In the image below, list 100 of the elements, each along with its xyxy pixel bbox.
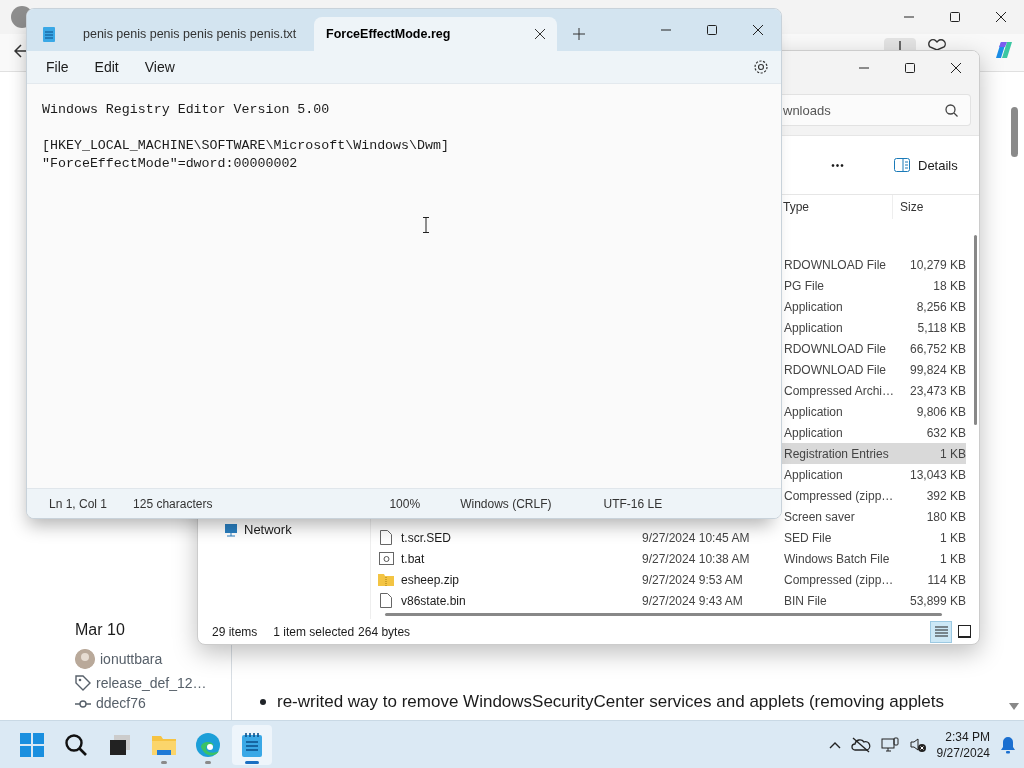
file-type: Screen saver <box>783 509 856 524</box>
file-row[interactable]: Registration Entries 1 KB <box>780 443 966 464</box>
close-icon <box>951 63 961 73</box>
plus-icon <box>573 28 585 40</box>
file-type: BIN File <box>783 593 828 608</box>
search-field[interactable]: wnloads <box>781 94 971 126</box>
file-icon <box>380 530 392 545</box>
document-tab[interactable]: penis penis penis penis penis penis.txt <box>71 17 314 51</box>
file-size: 1 KB <box>939 551 966 566</box>
column-header[interactable]: Size <box>893 195 966 219</box>
nav-item[interactable]: Network <box>224 522 370 537</box>
file-size: 114 KB <box>926 572 966 587</box>
scrollbar-thumb[interactable] <box>974 235 977 425</box>
cloud-off-icon[interactable] <box>850 736 871 753</box>
chevron-up-icon[interactable] <box>828 740 841 749</box>
close-tab-icon[interactable] <box>535 29 545 39</box>
bullet-icon <box>260 699 266 705</box>
menu-item[interactable]: Edit <box>81 55 132 79</box>
file-type: Application <box>783 404 844 419</box>
file-type: Windows Batch File <box>783 551 891 566</box>
cursor-position: Ln 1, Col 1 <box>49 496 108 511</box>
character-count: 125 characters <box>133 496 213 511</box>
zip-folder-icon <box>378 573 394 586</box>
file-size: 632 KB <box>925 425 966 440</box>
panel-icon <box>894 158 910 172</box>
tag-icon <box>75 675 91 691</box>
commit-icon <box>75 698 91 709</box>
task-view-icon <box>109 733 131 756</box>
text-line: Windows Registry Editor Version 5.00 <box>42 101 330 119</box>
file-row[interactable]: esheep.zip 9/27/2024 9:53 AM Compressed (zipp… 114 KB <box>371 569 979 590</box>
text-line: [HKEY_LOCAL_MACHINE\SOFTWARE\Microsoft\Windows\Dwm] <box>42 137 449 155</box>
file-row[interactable]: Screen saver 180 KB <box>780 506 966 527</box>
file-row[interactable]: PG File 18 KB <box>780 275 966 296</box>
selection-size: 264 bytes <box>358 624 411 639</box>
more-options-button[interactable]: ••• <box>788 159 888 171</box>
monitor-icon <box>224 522 238 537</box>
volume-muted-icon[interactable] <box>908 736 927 753</box>
details-view-button[interactable] <box>930 620 952 643</box>
file-type: SED File <box>783 530 833 545</box>
menu-item[interactable]: File <box>33 55 82 79</box>
document-tab[interactable]: ForceEffectMode.reg <box>314 17 557 51</box>
minimize-icon <box>661 29 671 31</box>
file-size: 53,899 KB <box>908 593 966 608</box>
scrollbar-thumb[interactable] <box>385 612 942 616</box>
scroll-down-arrow-icon[interactable] <box>1009 703 1019 710</box>
windows-start-icon <box>20 732 44 757</box>
clock[interactable]: 2:34 PM 9/27/2024 <box>936 728 990 761</box>
file-row[interactable]: Application 13,043 KB <box>780 464 966 485</box>
file-type: Compressed (zipp… <box>783 572 893 587</box>
file-row[interactable]: RDOWNLOAD File 99,824 KB <box>780 359 966 380</box>
release-date: Mar 10 <box>75 620 125 640</box>
file-row[interactable]: Application 9,806 KB <box>780 401 966 422</box>
maximize-icon <box>707 25 717 35</box>
release-note: re-writed way to remove WindowsSecurityCenter services and applets (removing applets <box>277 692 945 712</box>
text-line: "ForceEffectMode"=dword:00000002 <box>42 155 298 173</box>
author-avatar-icon <box>75 649 95 669</box>
file-type: Registration Entries <box>783 446 890 461</box>
file-date: 9/27/2024 10:45 AM <box>641 530 751 545</box>
minimize-icon <box>859 67 869 69</box>
author-link[interactable]: ionuttbara <box>100 651 163 667</box>
edge-browser-icon <box>195 731 221 758</box>
item-count: 29 items <box>212 624 258 639</box>
gear-window-icon <box>378 552 394 565</box>
tag-link[interactable]: release_def_12… <box>96 675 207 691</box>
file-row[interactable]: Application 632 KB <box>780 422 966 443</box>
file-row[interactable]: RDOWNLOAD File 66,752 KB <box>780 338 966 359</box>
download-button[interactable] <box>884 38 916 50</box>
file-row[interactable]: v86state.bin 9/27/2024 9:43 AM BIN File 53,899 KB <box>371 590 979 609</box>
file-name: v86state.bin <box>401 593 466 608</box>
notepad-icon <box>42 25 56 43</box>
file-row[interactable]: Compressed (zipp… 392 KB <box>780 485 966 506</box>
minimize-icon <box>904 16 914 18</box>
file-row[interactable]: t.bat 9/27/2024 10:38 AM Windows Batch File 1 KB <box>371 548 979 569</box>
settings-icon[interactable] <box>753 59 769 75</box>
file-row[interactable]: RDOWNLOAD File 10,279 KB <box>780 254 966 275</box>
notepad-icon <box>241 731 263 758</box>
file-size: 1 KB <box>939 530 966 545</box>
search-icon <box>945 103 958 117</box>
file-type: RDOWNLOAD File <box>783 341 887 356</box>
file-row[interactable]: Compressed Archi… 23,473 KB <box>780 380 966 401</box>
file-row[interactable]: t.scr.SED 9/27/2024 10:45 AM SED File 1 KB <box>371 527 979 548</box>
details-pane-button[interactable]: Details <box>888 153 964 177</box>
heart-icon[interactable] <box>928 39 946 50</box>
file-size: 1 KB <box>939 446 966 461</box>
maximize-icon <box>950 12 960 22</box>
file-row[interactable]: Application 5,118 KB <box>780 317 966 338</box>
file-size: 392 KB <box>925 488 966 503</box>
file-date: 9/27/2024 9:43 AM <box>641 593 744 608</box>
file-size: 23,473 KB <box>908 383 966 398</box>
scrollbar-thumb[interactable] <box>1010 107 1018 157</box>
commit-link[interactable]: ddecf76 <box>96 695 146 712</box>
menu-item[interactable]: View <box>131 55 188 79</box>
network-icon[interactable] <box>880 736 899 753</box>
file-name: esheep.zip <box>401 572 460 587</box>
bell-icon[interactable] <box>1000 735 1016 754</box>
file-size: 180 KB <box>925 509 966 524</box>
file-type: Compressed Archi… <box>783 383 893 398</box>
file-name: t.bat <box>401 551 425 566</box>
file-size: 18 KB <box>932 278 966 293</box>
file-row[interactable]: Application 8,256 KB <box>780 296 966 317</box>
